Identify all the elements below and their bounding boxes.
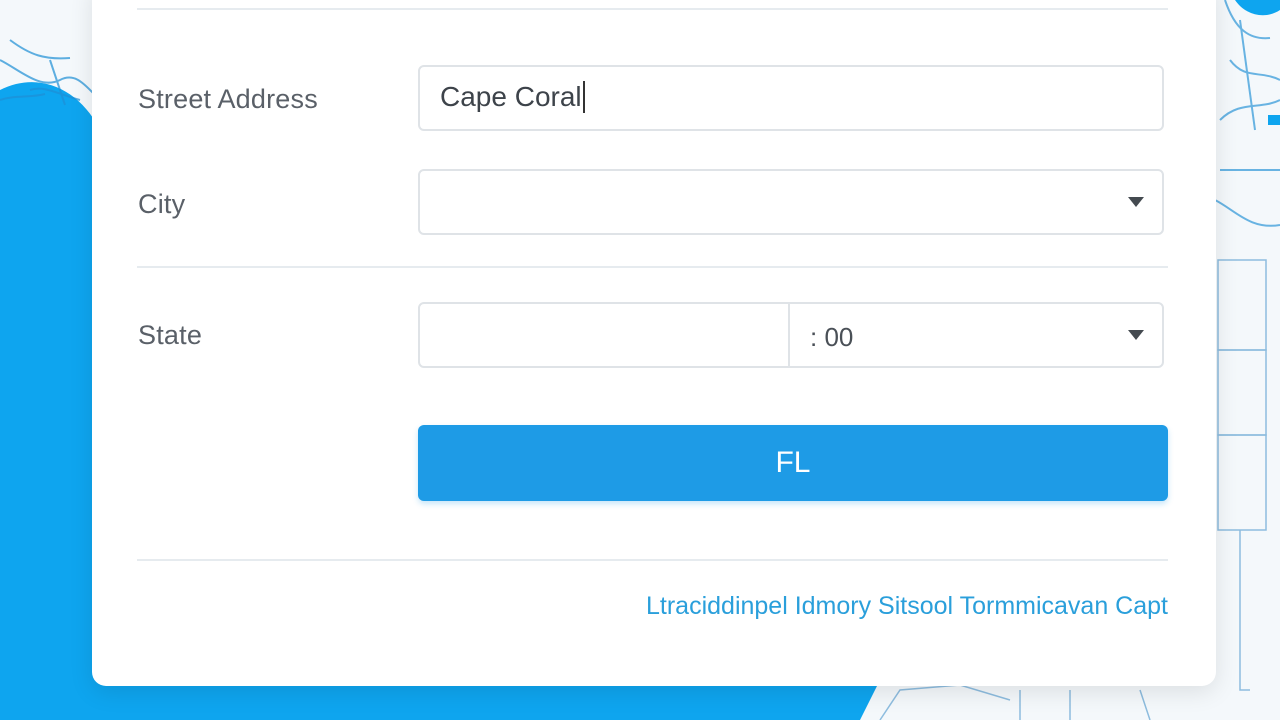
state-field-group: : 00 (418, 302, 1164, 368)
submit-button[interactable]: FL (418, 425, 1168, 501)
city-select[interactable] (418, 169, 1164, 235)
address-form-card: Street Address Cape Coral City State : 0… (92, 0, 1216, 686)
state-label: State (138, 320, 203, 350)
chevron-down-icon[interactable] (1128, 330, 1144, 340)
bottom-divider (137, 559, 1168, 561)
top-divider (137, 8, 1168, 10)
chevron-down-icon (1128, 197, 1144, 207)
street-address-label: Street Address (138, 84, 318, 114)
middle-divider (137, 266, 1168, 268)
street-address-input[interactable]: Cape Coral (418, 65, 1164, 131)
state-text-input[interactable] (420, 304, 790, 366)
text-caret (582, 80, 585, 113)
city-label: City (138, 189, 186, 219)
state-select-value[interactable]: : 00 (810, 322, 853, 353)
street-address-value: Cape Coral (440, 80, 585, 115)
footer-link[interactable]: Ltraciddinpel Idmory Sitsool Tormmicavan… (646, 592, 1168, 621)
